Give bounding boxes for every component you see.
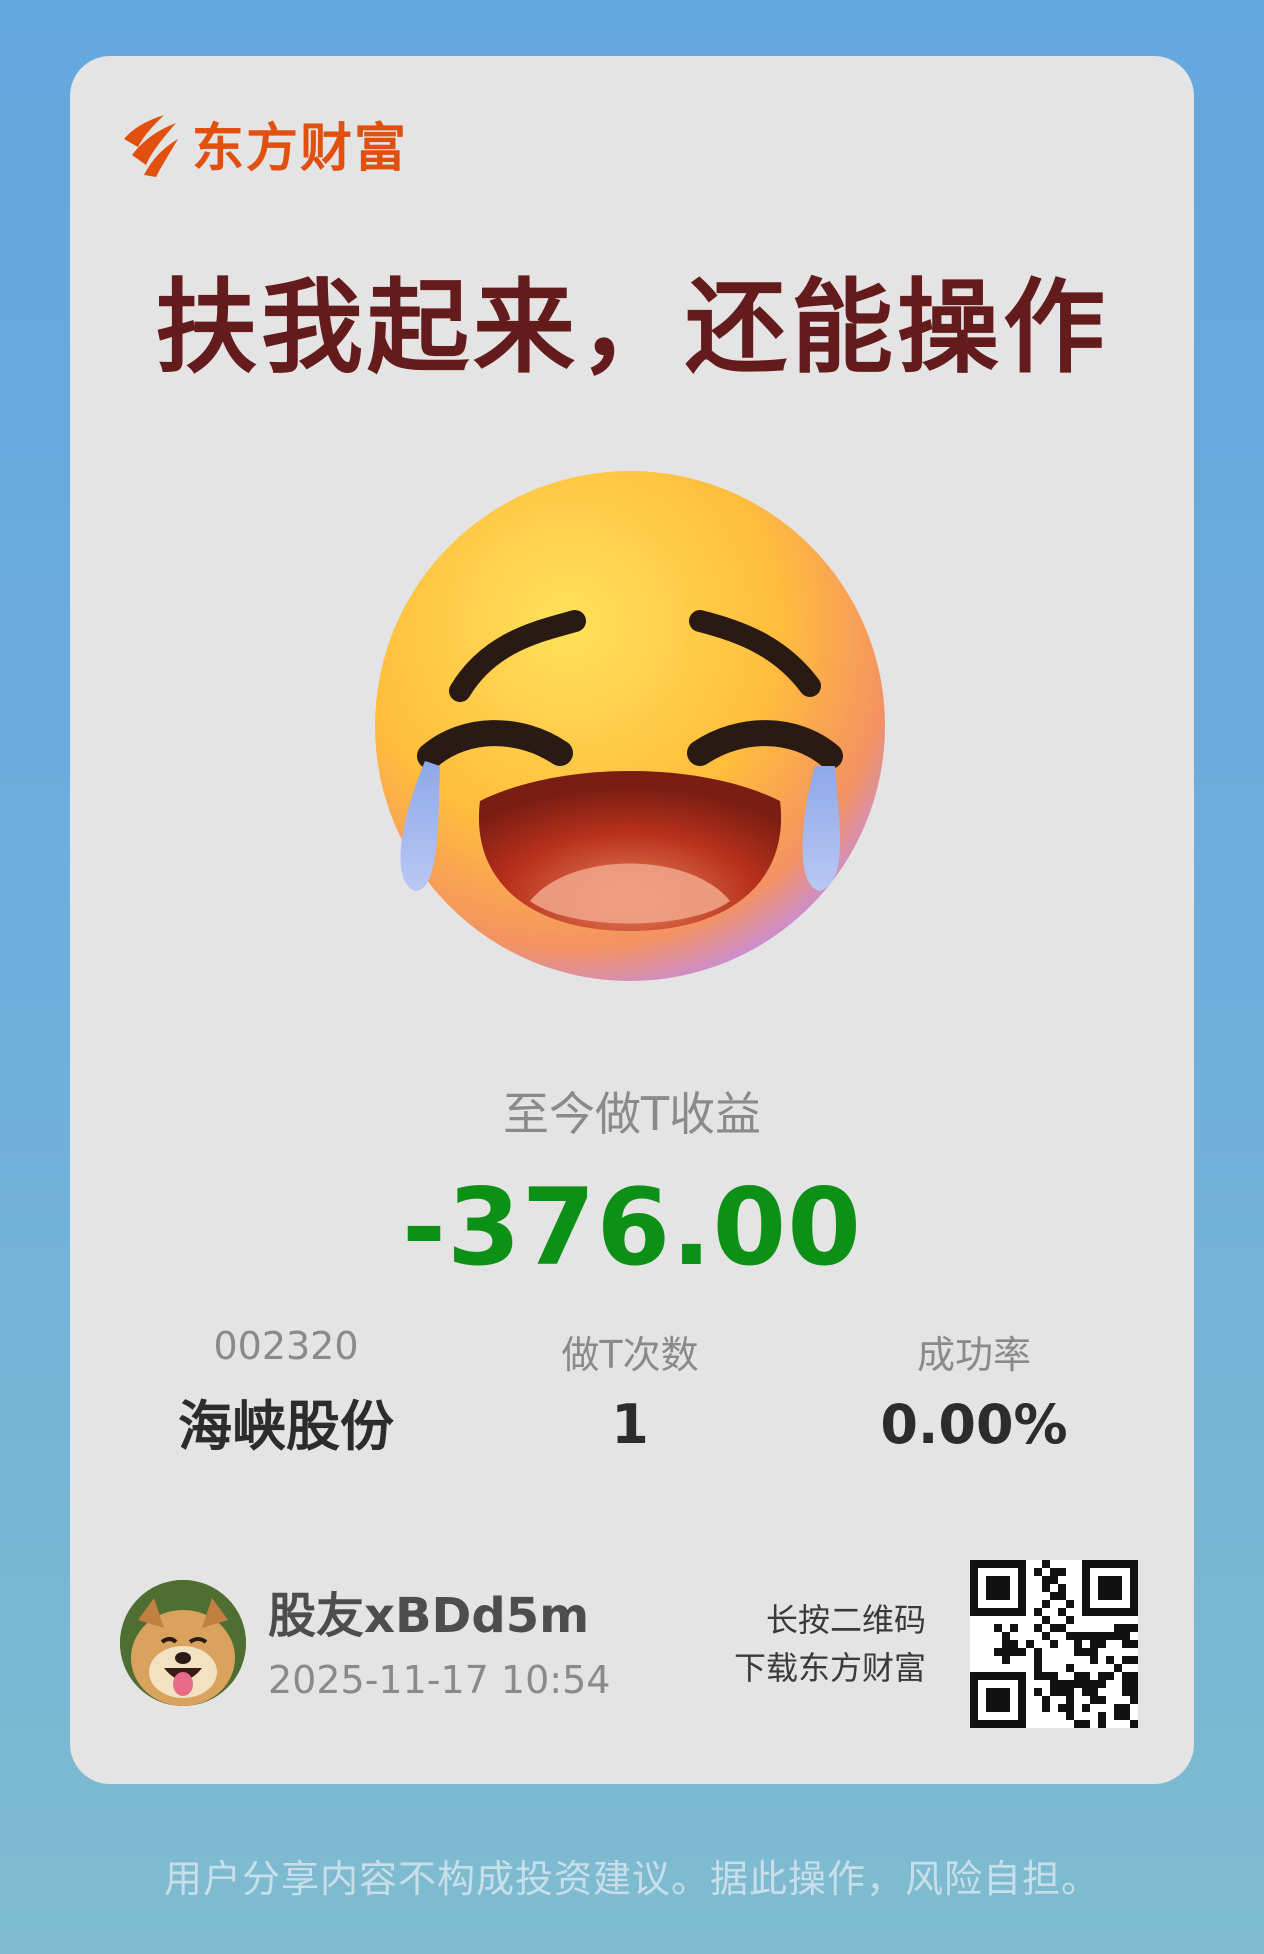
timestamp: 2025-11-17 10:54	[268, 1658, 611, 1702]
success-rate-value: 0.00%	[880, 1393, 1068, 1456]
eastmoney-logo-icon	[124, 114, 178, 177]
loudly-crying-face-icon	[375, 471, 885, 981]
qr-caption-line2: 下载东方财富	[733, 1649, 926, 1687]
headline: 扶我起来，还能操作	[155, 269, 1109, 388]
qr-caption: 长按二维码 下载东方财富	[734, 1596, 926, 1692]
brand-logo: 东方财富	[118, 106, 408, 181]
trade-count-label: 做T次数	[561, 1333, 699, 1377]
profit-label: 至今做T收益	[502, 1087, 762, 1141]
success-rate-label: 成功率	[916, 1333, 1031, 1377]
brand-name: 东方财富	[192, 118, 409, 179]
qr-code-icon[interactable]	[970, 1560, 1138, 1728]
qr-caption-line1: 长按二维码	[765, 1601, 926, 1639]
disclaimer: 用户分享内容不构成投资建议。据此操作，风险自担。	[163, 1857, 1100, 1901]
profit-value: -376.00	[401, 1166, 863, 1289]
shiba-dog-avatar-icon	[120, 1580, 246, 1706]
stock-code: 002320	[213, 1324, 359, 1368]
avatar	[120, 1580, 246, 1706]
trade-count-value: 1	[611, 1393, 649, 1456]
stock-name: 海峡股份	[178, 1395, 394, 1458]
stat-trade-count: 做T次数 1	[470, 1324, 790, 1456]
username: 股友xBDd5m	[268, 1588, 590, 1644]
stat-success-rate: 成功率 0.00%	[814, 1324, 1134, 1456]
share-card: 东方财富 扶我起来，还能操作 至今做T收益 -376.00 002320 海峡股…	[70, 56, 1194, 1784]
stat-stock: 002320 海峡股份	[126, 1324, 446, 1461]
